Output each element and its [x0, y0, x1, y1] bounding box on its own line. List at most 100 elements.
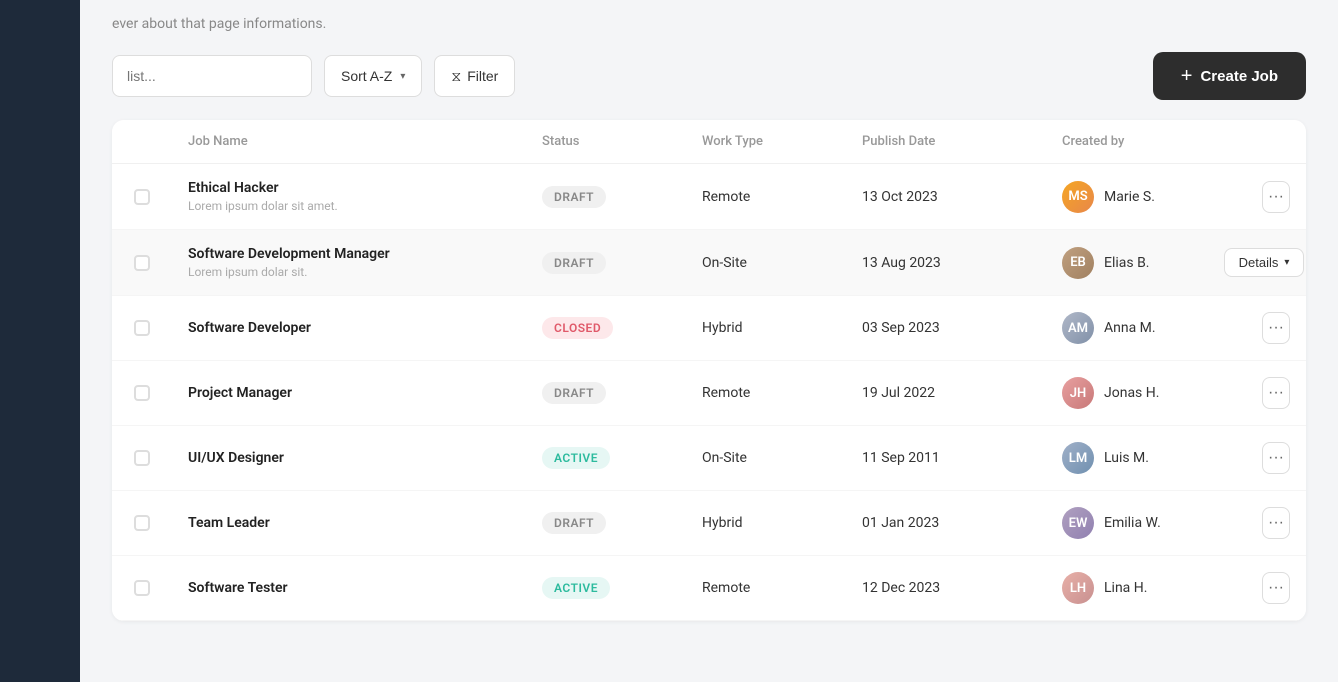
filter-icon: ⧖: [451, 68, 461, 85]
work-type: On-Site: [702, 450, 747, 466]
creator-cell: LH Lina H.: [1046, 572, 1246, 604]
more-options-button[interactable]: ···: [1262, 507, 1290, 539]
row-checkbox[interactable]: [134, 580, 150, 596]
row-checkbox-cell: [112, 255, 172, 271]
job-name: Software Development Manager: [188, 246, 510, 262]
col-actions: [1246, 134, 1306, 149]
details-button[interactable]: Details ▾: [1224, 248, 1305, 277]
ellipsis-icon: ···: [1268, 579, 1284, 597]
job-name-cell: Ethical Hacker Lorem ipsum dolar sit ame…: [172, 180, 526, 213]
chevron-down-icon: ▾: [1284, 257, 1289, 268]
creator-name: Marie S.: [1104, 189, 1155, 205]
table-row: Team Leader DRAFT Hybrid 01 Jan 2023 EW …: [112, 491, 1306, 556]
row-checkbox[interactable]: [134, 189, 150, 205]
toolbar: Sort A-Z ▾ ⧖ Filter + Create Job: [80, 40, 1338, 112]
row-checkbox-cell: [112, 320, 172, 336]
status-badge: DRAFT: [542, 512, 606, 534]
row-checkbox[interactable]: [134, 515, 150, 531]
avatar: LM: [1062, 442, 1094, 474]
job-subtitle: Lorem ipsum dolar sit amet.: [188, 199, 510, 213]
row-checkbox[interactable]: [134, 385, 150, 401]
more-options-button[interactable]: ···: [1262, 572, 1290, 604]
main-content: ever about that page informations. Sort …: [80, 0, 1338, 682]
status-cell: CLOSED: [526, 317, 686, 339]
row-checkbox-cell: [112, 385, 172, 401]
row-checkbox[interactable]: [134, 320, 150, 336]
more-options-button[interactable]: ···: [1262, 181, 1290, 213]
job-name: Team Leader: [188, 515, 510, 531]
actions-cell: ···: [1246, 572, 1306, 604]
table-row: Software Tester ACTIVE Remote 12 Dec 202…: [112, 556, 1306, 621]
publish-date-cell: 13 Oct 2023: [846, 189, 1046, 205]
publish-date-cell: 03 Sep 2023: [846, 320, 1046, 336]
row-checkbox[interactable]: [134, 450, 150, 466]
job-name-cell: Software Developer: [172, 320, 526, 336]
work-type-cell: On-Site: [686, 450, 846, 466]
subtitle-text: ever about that page informations.: [112, 16, 326, 32]
publish-date-cell: 12 Dec 2023: [846, 580, 1046, 596]
job-name: Software Developer: [188, 320, 510, 336]
work-type: Hybrid: [702, 320, 743, 336]
work-type: Hybrid: [702, 515, 743, 531]
jobs-table: Job Name Status Work Type Publish Date C…: [112, 120, 1306, 621]
sort-button[interactable]: Sort A-Z ▾: [324, 55, 422, 97]
creator-cell: MS Marie S.: [1046, 181, 1246, 213]
job-subtitle: Lorem ipsum dolar sit.: [188, 265, 510, 279]
filter-button[interactable]: ⧖ Filter: [434, 55, 515, 97]
job-name: UI/UX Designer: [188, 450, 510, 466]
table-row: Ethical Hacker Lorem ipsum dolar sit ame…: [112, 164, 1306, 230]
status-cell: DRAFT: [526, 512, 686, 534]
details-label: Details: [1239, 255, 1279, 270]
job-name: Project Manager: [188, 385, 510, 401]
status-badge: ACTIVE: [542, 447, 610, 469]
job-name-cell: Software Development Manager Lorem ipsum…: [172, 246, 526, 279]
work-type: On-Site: [702, 255, 747, 271]
actions-cell: ···: [1246, 442, 1306, 474]
avatar: MS: [1062, 181, 1094, 213]
job-name: Ethical Hacker: [188, 180, 510, 196]
table-header: Job Name Status Work Type Publish Date C…: [112, 120, 1306, 164]
table-body: Ethical Hacker Lorem ipsum dolar sit ame…: [112, 164, 1306, 621]
work-type-cell: Remote: [686, 385, 846, 401]
ellipsis-icon: ···: [1268, 319, 1284, 337]
avatar: LH: [1062, 572, 1094, 604]
ellipsis-icon: ···: [1268, 449, 1284, 467]
work-type-cell: Remote: [686, 189, 846, 205]
actions-cell: ···: [1246, 312, 1306, 344]
status-badge: CLOSED: [542, 317, 613, 339]
job-name-cell: Team Leader: [172, 515, 526, 531]
job-name-cell: UI/UX Designer: [172, 450, 526, 466]
work-type: Remote: [702, 385, 750, 401]
table-row: Software Developer CLOSED Hybrid 03 Sep …: [112, 296, 1306, 361]
avatar: EB: [1062, 247, 1094, 279]
row-checkbox[interactable]: [134, 255, 150, 271]
status-cell: ACTIVE: [526, 577, 686, 599]
more-options-button[interactable]: ···: [1262, 312, 1290, 344]
creator-name: Elias B.: [1104, 255, 1150, 271]
status-cell: DRAFT: [526, 186, 686, 208]
table-row: Software Development Manager Lorem ipsum…: [112, 230, 1306, 296]
create-job-button[interactable]: + Create Job: [1153, 52, 1306, 100]
publish-date: 11 Sep 2011: [862, 450, 940, 466]
status-badge: DRAFT: [542, 252, 606, 274]
plus-icon: +: [1181, 65, 1193, 88]
creator-cell: LM Luis M.: [1046, 442, 1246, 474]
status-badge: DRAFT: [542, 186, 606, 208]
creator-cell: JH Jonas H.: [1046, 377, 1246, 409]
search-input[interactable]: [112, 55, 312, 97]
publish-date: 13 Oct 2023: [862, 189, 938, 205]
work-type-cell: Remote: [686, 580, 846, 596]
work-type: Remote: [702, 580, 750, 596]
more-options-button[interactable]: ···: [1262, 377, 1290, 409]
ellipsis-icon: ···: [1268, 514, 1284, 532]
creator-name: Luis M.: [1104, 450, 1149, 466]
creator-cell: AM Anna M.: [1046, 312, 1246, 344]
col-checkbox: [112, 134, 172, 149]
work-type-cell: Hybrid: [686, 515, 846, 531]
sort-label: Sort A-Z: [341, 68, 392, 84]
creator-name: Jonas H.: [1104, 385, 1159, 401]
status-cell: ACTIVE: [526, 447, 686, 469]
row-checkbox-cell: [112, 189, 172, 205]
status-cell: DRAFT: [526, 252, 686, 274]
more-options-button[interactable]: ···: [1262, 442, 1290, 474]
